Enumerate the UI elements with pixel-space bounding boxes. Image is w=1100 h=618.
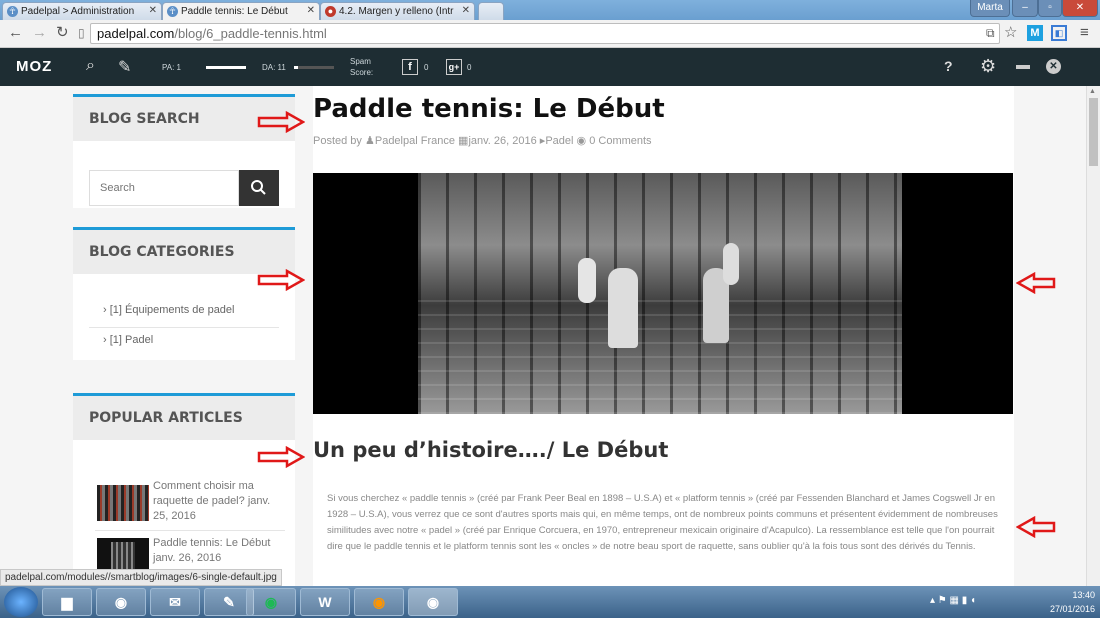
racket-thumbnail: [97, 485, 149, 521]
bookmark-star-icon[interactable]: ☆: [1004, 24, 1017, 42]
post-author[interactable]: Padelpal France: [375, 135, 455, 147]
page-scrollbar[interactable]: ▲: [1086, 86, 1100, 586]
scroll-up-icon[interactable]: ▲: [1089, 88, 1096, 95]
popular-articles-box: POPULAR ARTICLES Comment choisir ma raqu…: [73, 393, 295, 586]
facebook-count: 0: [424, 63, 429, 72]
close-mozbar-icon[interactable]: ✕: [1046, 59, 1061, 74]
settings-gear-icon[interactable]: ⚙: [980, 56, 996, 77]
blog-categories-box: BLOG CATEGORIES › [1] Équipements de pad…: [73, 227, 295, 360]
blog-search-input[interactable]: [89, 170, 239, 206]
maximize-button[interactable]: ▫: [1038, 0, 1062, 17]
category-item[interactable]: › [1] Équipements de padel: [89, 304, 279, 328]
domain-authority-track: [294, 66, 334, 69]
popular-article-item[interactable]: Comment choisir ma raquette de padel? ja…: [95, 479, 285, 531]
help-icon[interactable]: ?: [944, 58, 953, 74]
popular-articles-title: POPULAR ARTICLES: [73, 396, 295, 440]
post-comments[interactable]: 0 Comments: [589, 135, 651, 147]
translate-icon[interactable]: ⧉: [986, 24, 995, 42]
word-icon: W: [318, 594, 332, 610]
page-authority-bar: [206, 66, 246, 69]
annotation-arrow-left-icon: [1016, 516, 1056, 538]
blog-categories-title: BLOG CATEGORIES: [73, 230, 295, 274]
close-tab-icon[interactable]: ✕: [307, 5, 315, 16]
scrollbar-thumb[interactable]: [1089, 98, 1098, 166]
spam-label: Spam: [350, 57, 371, 66]
annotation-arrow-right-icon: [257, 269, 305, 291]
page-analysis-icon[interactable]: ⌕: [86, 57, 95, 75]
moz-logo: MOZ: [16, 58, 53, 75]
forward-arrow-icon[interactable]: →: [32, 24, 47, 42]
calendar-icon: ▦: [458, 135, 469, 147]
extension-icon[interactable]: ◧: [1051, 25, 1067, 41]
close-tab-icon[interactable]: ✕: [149, 5, 157, 16]
site-favicon-icon: ●: [325, 6, 336, 17]
taskbar-clock[interactable]: 13:40 27/01/2016: [1025, 588, 1095, 616]
minimize-button[interactable]: –: [1012, 0, 1038, 17]
app-taskbar-button[interactable]: ✉: [150, 588, 200, 616]
collapse-icon[interactable]: [1016, 65, 1030, 69]
start-button[interactable]: [4, 587, 38, 617]
back-arrow-icon[interactable]: ←: [8, 24, 23, 42]
post-title: Paddle tennis: Le Début: [313, 94, 665, 124]
chrome-icon: ◉: [426, 594, 440, 610]
word-taskbar-button[interactable]: W: [300, 588, 350, 616]
annotation-arrow-left-icon: [1016, 272, 1056, 294]
status-bar-url: padelpal.com/modules//smartblog/images/6…: [0, 569, 282, 586]
close-tab-icon[interactable]: ✕: [462, 5, 470, 16]
envelope-icon: ✉: [169, 594, 181, 610]
post-body: Si vous cherchez « paddle tennis » (créé…: [327, 493, 998, 552]
google-plus-icon[interactable]: g+: [446, 59, 462, 75]
highlight-pen-icon[interactable]: ✎: [118, 57, 131, 77]
tab-margen-relleno[interactable]: ● 4.2. Margen y relleno (Intr ✕: [320, 2, 475, 20]
search-icon: [251, 180, 266, 195]
category-item[interactable]: › [1] Padel: [89, 328, 279, 352]
firefox-icon: ◉: [372, 594, 386, 610]
close-window-button[interactable]: ✕: [1062, 0, 1098, 17]
user-icon: ♟: [364, 135, 375, 147]
url-input[interactable]: padelpal.com/blog/6_paddle-tennis.html: [90, 23, 1000, 44]
new-tab-button[interactable]: [478, 2, 504, 20]
windows-taskbar: ▆ ◉ ✉ ✎ ◉ W ◉ ◉ ▴ ⚑ ▦ ▮ ◖ 13:40 27/01/20…: [0, 586, 1100, 618]
system-tray-icons[interactable]: ▴ ⚑ ▦ ▮ ◖: [930, 595, 976, 606]
address-toolbar: ← → ↻ ▯ padelpal.com/blog/6_paddle-tenni…: [0, 20, 1100, 48]
comments-icon: ◉: [576, 135, 587, 147]
facebook-icon[interactable]: f: [402, 59, 418, 75]
tab-padelpal-admin[interactable]: ☥ Padelpal > Administration ✕: [2, 2, 162, 20]
reload-icon[interactable]: ↻: [56, 24, 69, 42]
moz-extension-icon[interactable]: M: [1027, 25, 1043, 41]
spotify-taskbar-button[interactable]: ◉: [246, 588, 296, 616]
folder-icon: ▆: [61, 594, 73, 610]
post-subtitle: Un peu d’histoire…./ Le Début: [313, 438, 669, 462]
spotify-icon: ◉: [264, 594, 278, 610]
post-meta: Posted by ♟Padelpal France ▦janv. 26, 20…: [313, 135, 652, 147]
page-authority-label: PA: 1: [162, 63, 181, 72]
annotation-arrow-right-icon: [257, 111, 305, 133]
post-content: Paddle tennis: Le Début Posted by ♟Padel…: [313, 86, 1014, 586]
explorer-taskbar-button[interactable]: ▆: [42, 588, 92, 616]
spam-score-label: Score:: [350, 68, 374, 77]
google-plus-count: 0: [467, 63, 472, 72]
post-date: janv. 26, 2016: [468, 135, 537, 147]
domain-authority-label: DA: 11: [262, 63, 286, 72]
chrome-active-taskbar-button[interactable]: ◉: [408, 588, 458, 616]
page-icon: ▯: [78, 26, 85, 40]
menu-icon[interactable]: ≡: [1080, 24, 1089, 42]
category-list: › [1] Équipements de padel › [1] Padel: [89, 304, 279, 352]
padelpal-favicon-icon: ☥: [167, 6, 178, 17]
search-button[interactable]: [239, 170, 279, 206]
padelpal-favicon-icon: ☥: [7, 6, 18, 17]
mozbar: MOZ ⌕ ✎ PA: 1 DA: 11 Spam Score: f 0 g+ …: [0, 48, 1100, 86]
user-profile-button[interactable]: Marta: [970, 0, 1010, 17]
post-featured-image: [313, 173, 1013, 414]
page-viewport: BLOG SEARCH BLOG CATEGORIES › [1] Équipe…: [0, 86, 1086, 586]
firefox-taskbar-button[interactable]: ◉: [354, 588, 404, 616]
annotation-arrow-right-icon: [257, 446, 305, 468]
paddle-tennis-photo: [418, 173, 902, 414]
chrome-taskbar-button[interactable]: ◉: [96, 588, 146, 616]
tab-paddle-tennis[interactable]: ☥ Paddle tennis: Le Début ✕: [162, 2, 320, 20]
chrome-icon: ◉: [114, 594, 128, 610]
browser-tab-strip: ☥ Padelpal > Administration ✕ ☥ Paddle t…: [0, 0, 1100, 20]
post-tag[interactable]: Padel: [545, 135, 573, 147]
